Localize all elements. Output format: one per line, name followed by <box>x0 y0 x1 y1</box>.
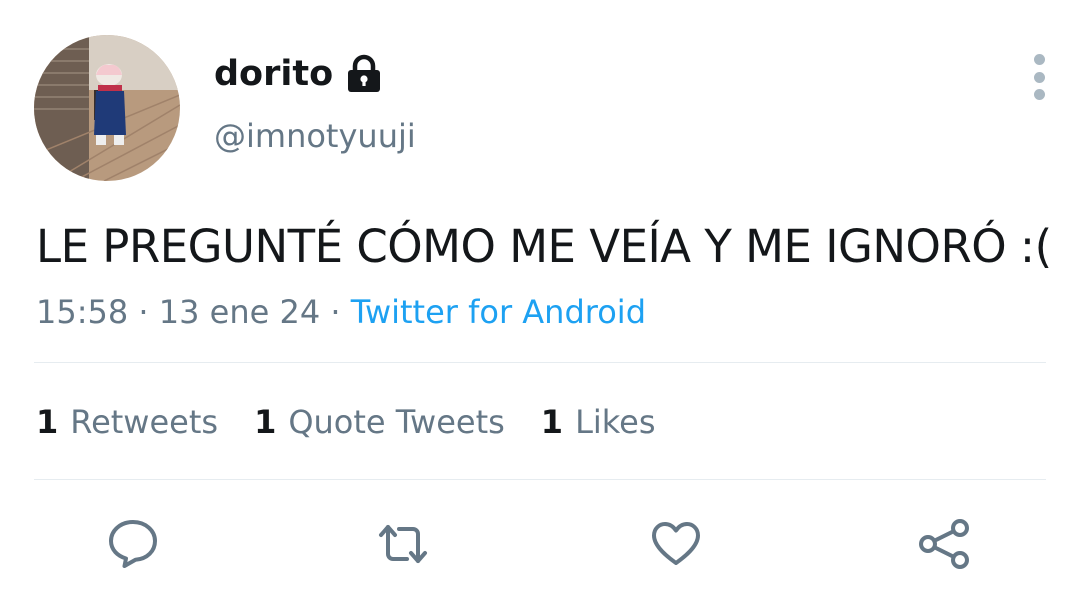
retweet-button[interactable] <box>375 516 431 572</box>
lock-icon <box>345 54 383 94</box>
tweet-date[interactable]: 13 ene 24 <box>159 293 320 331</box>
share-button[interactable] <box>916 516 972 572</box>
more-dot-icon <box>1033 54 1045 65</box>
tweet-text: LE PREGUNTÉ CÓMO ME VEÍA Y ME IGNORÓ :( <box>36 220 1052 273</box>
meta-separator: · <box>330 293 341 331</box>
divider <box>34 479 1046 480</box>
meta-separator: · <box>138 293 149 331</box>
more-options-button[interactable] <box>1018 50 1060 104</box>
likes-count: 1 <box>540 403 564 441</box>
tweet-meta: 15:58 · 13 ene 24 · Twitter for Android <box>36 290 646 334</box>
quote-tweets-count: 1 <box>254 403 277 441</box>
retweets-label: Retweets <box>70 403 219 441</box>
more-dot-icon <box>1033 71 1045 83</box>
quote-tweets-stat[interactable]: 1 Quote Tweets <box>254 400 505 444</box>
heart-icon <box>652 522 700 565</box>
likes-stat[interactable]: 1 Likes <box>541 400 656 444</box>
retweets-count: 1 <box>36 403 59 441</box>
more-dot-icon <box>1033 89 1045 100</box>
display-name-text: dorito <box>214 54 334 94</box>
tweet-detail: dorito @imnotyuuji LE PREGUNTÉ CÓMO ME V… <box>0 0 1080 611</box>
quote-tweets-label: Quote Tweets <box>288 403 505 441</box>
tweet-stats: 1 Retweets 1 Quote Tweets 1 Likes <box>36 400 656 444</box>
retweet-icon <box>379 525 427 563</box>
display-name[interactable]: dorito <box>214 52 383 96</box>
like-button[interactable] <box>648 516 704 572</box>
avatar[interactable] <box>34 35 180 181</box>
divider <box>34 362 1046 363</box>
tweet-source-link[interactable]: Twitter for Android <box>351 293 646 331</box>
retweets-stat[interactable]: 1 Retweets <box>36 400 218 444</box>
likes-label: Likes <box>575 403 656 441</box>
reply-icon <box>109 520 157 568</box>
reply-button[interactable] <box>105 516 161 572</box>
user-handle[interactable]: @imnotyuuji <box>214 114 416 158</box>
tweet-time[interactable]: 15:58 <box>36 293 128 331</box>
share-icon <box>919 519 969 569</box>
